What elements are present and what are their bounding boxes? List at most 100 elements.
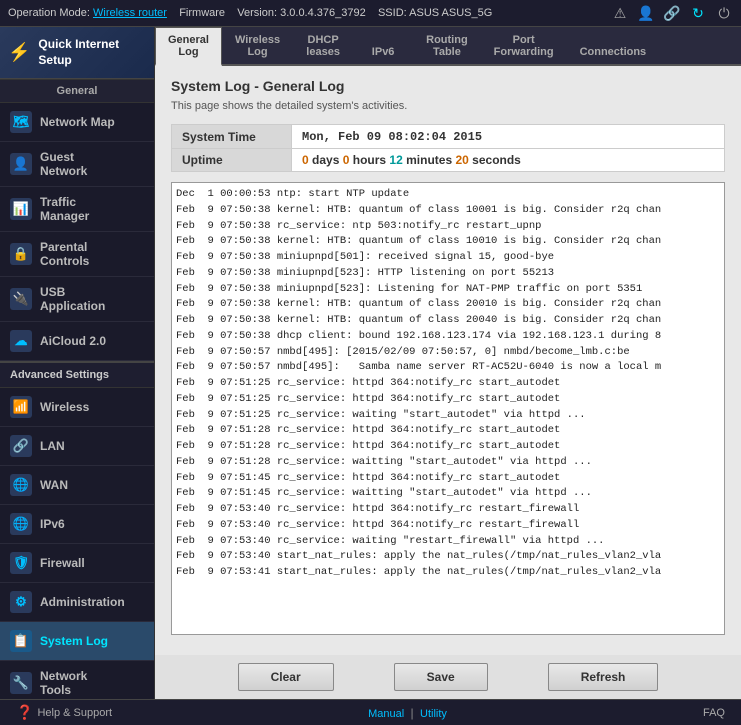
tab-routing-table[interactable]: RoutingTable <box>413 27 481 64</box>
page-description: This page shows the detailed system's ac… <box>171 100 725 112</box>
link-separator: | <box>411 706 417 720</box>
guest-network-icon: 👤 <box>10 153 32 175</box>
refresh-button[interactable]: Refresh <box>548 663 659 691</box>
sidebar-item-system-log[interactable]: 📋 System Log <box>0 622 154 661</box>
traffic-manager-icon: 📊 <box>10 198 32 220</box>
system-time-label: System Time <box>172 125 292 149</box>
power-icon[interactable]: ⏻ <box>715 4 733 22</box>
sidebar-item-administration[interactable]: ⚙ Administration <box>0 583 154 622</box>
firewall-label: Firewall <box>40 556 85 570</box>
content-body: System Log - General Log This page shows… <box>155 66 741 655</box>
network-tools-label: NetworkTools <box>40 669 87 697</box>
sidebar: ⚡ Quick Internet Setup General 🗺 Network… <box>0 27 155 699</box>
sidebar-item-firewall[interactable]: 🛡 Firewall <box>0 544 154 583</box>
footer-links: Manual | Utility <box>368 706 447 720</box>
ipv6-label: IPv6 <box>40 517 65 531</box>
tab-port-forwarding[interactable]: PortForwarding <box>481 27 567 64</box>
uptime-label: Uptime <box>172 149 292 172</box>
lan-icon: 🔗 <box>10 435 32 457</box>
version-label: Version: <box>237 7 277 19</box>
top-bar: Operation Mode: Wireless router Firmware… <box>0 0 741 27</box>
system-log-label: System Log <box>40 634 108 648</box>
tab-wireless-log[interactable]: WirelessLog <box>222 27 293 64</box>
system-log-icon: 📋 <box>10 630 32 652</box>
aicloud-icon: ☁ <box>10 330 32 352</box>
traffic-manager-label: TrafficManager <box>40 195 89 223</box>
sidebar-item-traffic-manager[interactable]: 📊 TrafficManager <box>0 187 154 232</box>
log-container: Dec 1 00:00:53 ntp: start NTP update Feb… <box>171 182 725 635</box>
administration-label: Administration <box>40 595 125 609</box>
parental-controls-icon: 🔒 <box>10 243 32 265</box>
help-icon: ❓ <box>16 704 33 721</box>
sidebar-item-lan[interactable]: 🔗 LAN <box>0 427 154 466</box>
uptime-days-num: 0 <box>302 153 309 167</box>
general-section-label: General <box>0 79 154 103</box>
top-bar-info: Operation Mode: Wireless router Firmware… <box>8 7 492 19</box>
wan-label: WAN <box>40 478 68 492</box>
page-title: System Log - General Log <box>171 78 725 94</box>
content-area: GeneralLog WirelessLog DHCPleases IPv6 R… <box>155 27 741 699</box>
clear-button[interactable]: Clear <box>238 663 334 691</box>
tab-connections[interactable]: Connections <box>567 39 660 64</box>
footer-faq: FAQ <box>703 707 725 719</box>
save-button[interactable]: Save <box>394 663 488 691</box>
uptime-seconds-label: seconds <box>472 153 521 167</box>
firewall-icon: 🛡 <box>10 552 32 574</box>
top-bar-icons: ⚠ 👤 🔗 ↻ ⏻ <box>611 4 733 22</box>
uptime-days-label: days <box>312 153 343 167</box>
wireless-label: Wireless <box>40 400 89 414</box>
manual-link[interactable]: Manual <box>368 708 404 720</box>
parental-controls-label: ParentalControls <box>40 240 89 268</box>
sidebar-item-wireless[interactable]: 📶 Wireless <box>0 388 154 427</box>
sidebar-item-wan[interactable]: 🌐 WAN <box>0 466 154 505</box>
user-icon[interactable]: 👤 <box>637 4 655 22</box>
uptime-minutes-num: 12 <box>389 153 402 167</box>
usb-application-label: USBApplication <box>40 285 105 313</box>
footer: ❓ Help & Support Manual | Utility FAQ <box>0 699 741 725</box>
wireless-icon: 📶 <box>10 396 32 418</box>
ssid-value: ASUS ASUS_5G <box>409 7 492 19</box>
sidebar-item-network-map[interactable]: 🗺 Network Map <box>0 103 154 142</box>
uptime-seconds-num: 20 <box>455 153 468 167</box>
utility-link[interactable]: Utility <box>420 708 447 720</box>
operation-mode-value: Wireless router <box>93 7 167 19</box>
footer-help: ❓ Help & Support <box>16 704 112 721</box>
warning-icon[interactable]: ⚠ <box>611 4 629 22</box>
faq-link[interactable]: FAQ <box>703 707 725 719</box>
network-tools-icon: 🔧 <box>10 672 32 694</box>
advanced-settings-label: Advanced Settings <box>0 361 154 388</box>
sidebar-item-ipv6[interactable]: 🌐 IPv6 <box>0 505 154 544</box>
system-time-value: Mon, Feb 09 08:02:04 2015 <box>292 125 725 149</box>
ipv6-icon: 🌐 <box>10 513 32 535</box>
uptime-hours-label: hours <box>353 153 390 167</box>
tab-dhcp-leases[interactable]: DHCPleases <box>293 27 353 64</box>
network-icon[interactable]: 🔗 <box>663 4 681 22</box>
aicloud-label: AiCloud 2.0 <box>40 334 106 348</box>
quick-setup-icon: ⚡ <box>8 42 30 63</box>
version-value: 3.0.0.4.376_3792 <box>280 7 366 19</box>
sidebar-item-parental-controls[interactable]: 🔒 ParentalControls <box>0 232 154 277</box>
firmware-label: Firmware <box>179 7 225 19</box>
usb-application-icon: 🔌 <box>10 288 32 310</box>
tab-general-log[interactable]: GeneralLog <box>155 27 222 66</box>
network-map-label: Network Map <box>40 115 115 129</box>
ssid-label: SSID: <box>378 7 407 19</box>
system-time-display: Mon, Feb 09 08:02:04 2015 <box>302 130 482 144</box>
sidebar-item-network-tools[interactable]: 🔧 NetworkTools <box>0 661 154 699</box>
sidebar-item-aicloud[interactable]: ☁ AiCloud 2.0 <box>0 322 154 361</box>
tab-ipv6[interactable]: IPv6 <box>353 39 413 64</box>
quick-setup-item[interactable]: ⚡ Quick Internet Setup <box>0 27 154 79</box>
administration-icon: ⚙ <box>10 591 32 613</box>
wan-icon: 🌐 <box>10 474 32 496</box>
log-content[interactable]: Dec 1 00:00:53 ntp: start NTP update Feb… <box>172 183 724 634</box>
info-table: System Time Mon, Feb 09 08:02:04 2015 Up… <box>171 124 725 172</box>
main-layout: ⚡ Quick Internet Setup General 🗺 Network… <box>0 27 741 699</box>
help-support-label: Help & Support <box>37 707 112 719</box>
refresh-top-icon[interactable]: ↻ <box>689 4 707 22</box>
operation-mode-label: Operation Mode: <box>8 7 90 19</box>
sidebar-item-usb-application[interactable]: 🔌 USBApplication <box>0 277 154 322</box>
quick-setup-label: Quick Internet Setup <box>38 37 146 68</box>
sidebar-item-guest-network[interactable]: 👤 GuestNetwork <box>0 142 154 187</box>
lan-label: LAN <box>40 439 65 453</box>
uptime-value: 0 days 0 hours 12 minutes 20 seconds <box>292 149 725 172</box>
